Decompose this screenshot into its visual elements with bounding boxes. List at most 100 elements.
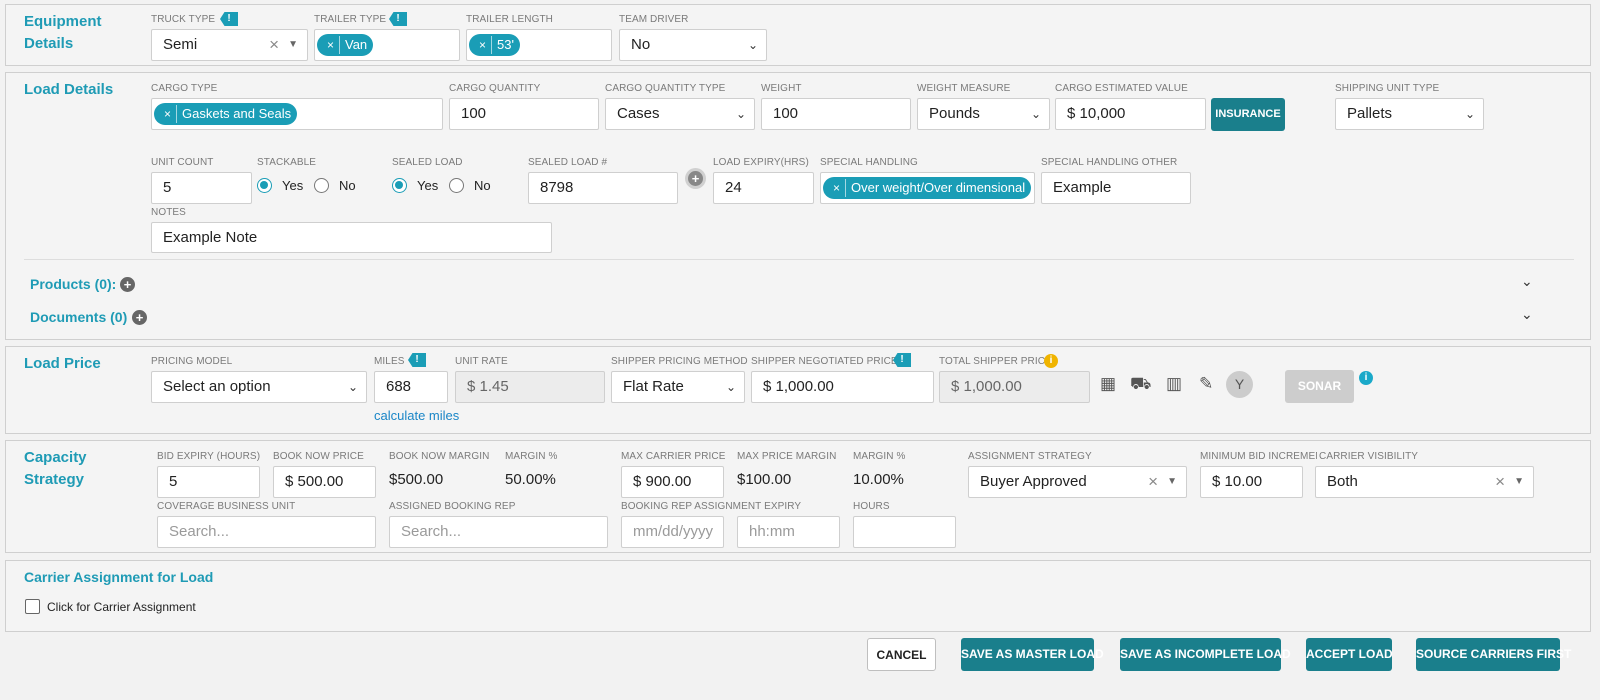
trailer-length-chip[interactable]: × 53': [469, 34, 520, 56]
sealed-load-no-radio[interactable]: [449, 178, 464, 193]
shipper-pricing-method-select[interactable]: Flat Rate ⌄: [611, 371, 745, 403]
map-icon[interactable]: ▥: [1166, 374, 1182, 394]
minimum-bid-increment-input[interactable]: $ 10.00: [1200, 466, 1303, 498]
load-expiry-input[interactable]: 24: [713, 172, 814, 204]
alert-flag-icon[interactable]: !: [408, 353, 426, 367]
hours-label: HOURS: [853, 501, 890, 512]
caret-down-icon[interactable]: ▼: [1514, 467, 1524, 497]
carrier-visibility-value: Both: [1327, 473, 1358, 490]
info-icon[interactable]: i: [1359, 371, 1373, 385]
cargo-value-label: CARGO ESTIMATED VALUE: [1055, 83, 1188, 94]
alert-flag-icon[interactable]: !: [389, 12, 407, 26]
capacity-strategy-section: Capacity Strategy BID EXPIRY (HOURS) 5 B…: [5, 440, 1591, 553]
products-toggle[interactable]: Products (0):: [30, 273, 116, 295]
carrier-assignment-title: Carrier Assignment for Load: [24, 569, 214, 585]
add-document-icon[interactable]: +: [132, 310, 147, 325]
save-as-incomplete-load-button[interactable]: SAVE AS INCOMPLETE LOAD: [1120, 638, 1291, 671]
team-driver-select[interactable]: No ⌄: [619, 29, 767, 61]
chip-label: Van: [345, 37, 368, 52]
margin-percent-label: MARGIN %: [853, 451, 906, 462]
alert-flag-icon[interactable]: !: [220, 12, 238, 26]
assigned-booking-rep-label: ASSIGNED BOOKING REP: [389, 501, 516, 512]
shipper-negotiated-price-input[interactable]: $ 1,000.00: [751, 371, 934, 403]
carrier-assignment-checkbox-label: Click for Carrier Assignment: [47, 600, 196, 614]
calculate-miles-link[interactable]: calculate miles: [374, 408, 459, 423]
cargo-quantity-input[interactable]: 100: [449, 98, 599, 130]
source-carriers-first-button[interactable]: SOURCE CARRIERS FIRST: [1416, 638, 1571, 671]
carrier-assignment-section: Carrier Assignment for Load Click for Ca…: [5, 560, 1591, 632]
truck-dollar-icon[interactable]: ⛟: [1130, 374, 1151, 396]
truck-type-select[interactable]: Semi × ▼: [151, 29, 308, 61]
bid-expiry-input[interactable]: 5: [157, 466, 260, 498]
sealed-load-number-input[interactable]: 8798: [528, 172, 678, 204]
weight-measure-select[interactable]: Pounds ⌄: [917, 98, 1050, 130]
booking-rep-expiry-time-input[interactable]: hh:mm: [737, 516, 840, 548]
pricing-model-select[interactable]: Select an option ⌄: [151, 371, 367, 403]
carrier-assignment-checkbox[interactable]: [25, 599, 40, 614]
clear-icon[interactable]: ×: [1148, 467, 1158, 497]
sonar-button[interactable]: SONAR: [1285, 370, 1354, 403]
sealed-load-yes-label: Yes: [417, 178, 439, 193]
weight-input[interactable]: 100: [761, 98, 911, 130]
trailer-type-multiselect[interactable]: × Van: [314, 29, 460, 61]
shipper-pricing-method-value: Flat Rate: [623, 378, 684, 395]
documents-toggle[interactable]: Documents (0): [30, 306, 127, 328]
save-as-master-load-button[interactable]: SAVE AS MASTER LOAD: [961, 638, 1104, 671]
cargo-type-multiselect[interactable]: × Gaskets and Seals: [151, 98, 443, 130]
cargo-value-input[interactable]: $ 10,000: [1055, 98, 1206, 130]
margin-percent-value: 50.00%: [505, 471, 556, 488]
chevron-down-icon: ⌄: [725, 380, 736, 394]
miles-input[interactable]: 688: [374, 371, 448, 403]
assigned-booking-rep-input[interactable]: Search...: [389, 516, 608, 548]
remove-chip-icon[interactable]: ×: [164, 103, 171, 125]
cargo-type-chip[interactable]: × Gaskets and Seals: [154, 103, 298, 125]
special-handling-chip[interactable]: × Over weight/Over dimensional: [823, 177, 1032, 199]
shipper-negotiated-price-label: SHIPPER NEGOTIATED PRICE: [751, 356, 898, 367]
unit-count-input[interactable]: 5: [151, 172, 252, 204]
trailer-type-chip[interactable]: × Van: [317, 34, 374, 56]
fork-icon[interactable]: Y: [1226, 371, 1253, 398]
chip-label: 53': [497, 37, 514, 52]
stackable-yes-radio[interactable]: [257, 178, 272, 193]
max-carrier-price-input[interactable]: $ 900.00: [621, 466, 724, 498]
special-handling-other-input[interactable]: Example: [1041, 172, 1191, 204]
add-seal-icon[interactable]: +: [688, 171, 703, 186]
coverage-business-unit-input[interactable]: Search...: [157, 516, 376, 548]
accept-load-button[interactable]: ACCEPT LOAD: [1306, 638, 1393, 671]
remove-chip-icon[interactable]: ×: [833, 177, 840, 199]
warning-info-icon[interactable]: i: [1044, 354, 1058, 368]
carrier-visibility-select[interactable]: Both × ▼: [1315, 466, 1534, 498]
notes-input[interactable]: Example Note: [151, 222, 552, 253]
clear-icon[interactable]: ×: [1495, 467, 1505, 497]
clear-icon[interactable]: ×: [269, 30, 279, 60]
unit-rate-input: $ 1.45: [455, 371, 605, 403]
unit-count-label: UNIT COUNT: [151, 157, 214, 168]
assignment-strategy-select[interactable]: Buyer Approved × ▼: [968, 466, 1187, 498]
sealed-load-yes-radio[interactable]: [392, 178, 407, 193]
book-now-margin-value: $500.00: [389, 471, 444, 488]
special-handling-multiselect[interactable]: × Over weight/Over dimensional: [820, 172, 1035, 204]
shipping-unit-type-select[interactable]: Pallets ⌄: [1335, 98, 1484, 130]
remove-chip-icon[interactable]: ×: [327, 34, 334, 56]
book-now-price-input[interactable]: $ 500.00: [273, 466, 376, 498]
booking-rep-expiry-date-input[interactable]: mm/dd/yyyy: [621, 516, 724, 548]
cancel-button[interactable]: CANCEL: [867, 638, 936, 671]
trailer-length-multiselect[interactable]: × 53': [466, 29, 612, 61]
notes-label: NOTES: [151, 207, 186, 218]
sealed-load-number-label: SEALED LOAD #: [528, 157, 608, 168]
add-product-icon[interactable]: +: [120, 277, 135, 292]
calculator-icon[interactable]: ▦: [1100, 374, 1116, 394]
caret-down-icon[interactable]: ▼: [288, 30, 298, 60]
insurance-button[interactable]: INSURANCE: [1211, 98, 1285, 131]
document-edit-icon[interactable]: ✎: [1199, 374, 1213, 394]
chevron-down-icon[interactable]: ⌄: [1521, 306, 1533, 323]
stackable-no-radio[interactable]: [314, 178, 329, 193]
chevron-down-icon[interactable]: ⌄: [1521, 273, 1533, 290]
remove-chip-icon[interactable]: ×: [479, 34, 486, 56]
trailer-type-label: TRAILER TYPE: [314, 14, 387, 25]
caret-down-icon[interactable]: ▼: [1167, 467, 1177, 497]
special-handling-other-label: SPECIAL HANDLING OTHER: [1041, 157, 1178, 168]
max-price-margin-label: MAX PRICE MARGIN: [737, 451, 837, 462]
hours-input[interactable]: [853, 516, 956, 548]
cargo-quantity-type-select[interactable]: Cases ⌄: [605, 98, 755, 130]
